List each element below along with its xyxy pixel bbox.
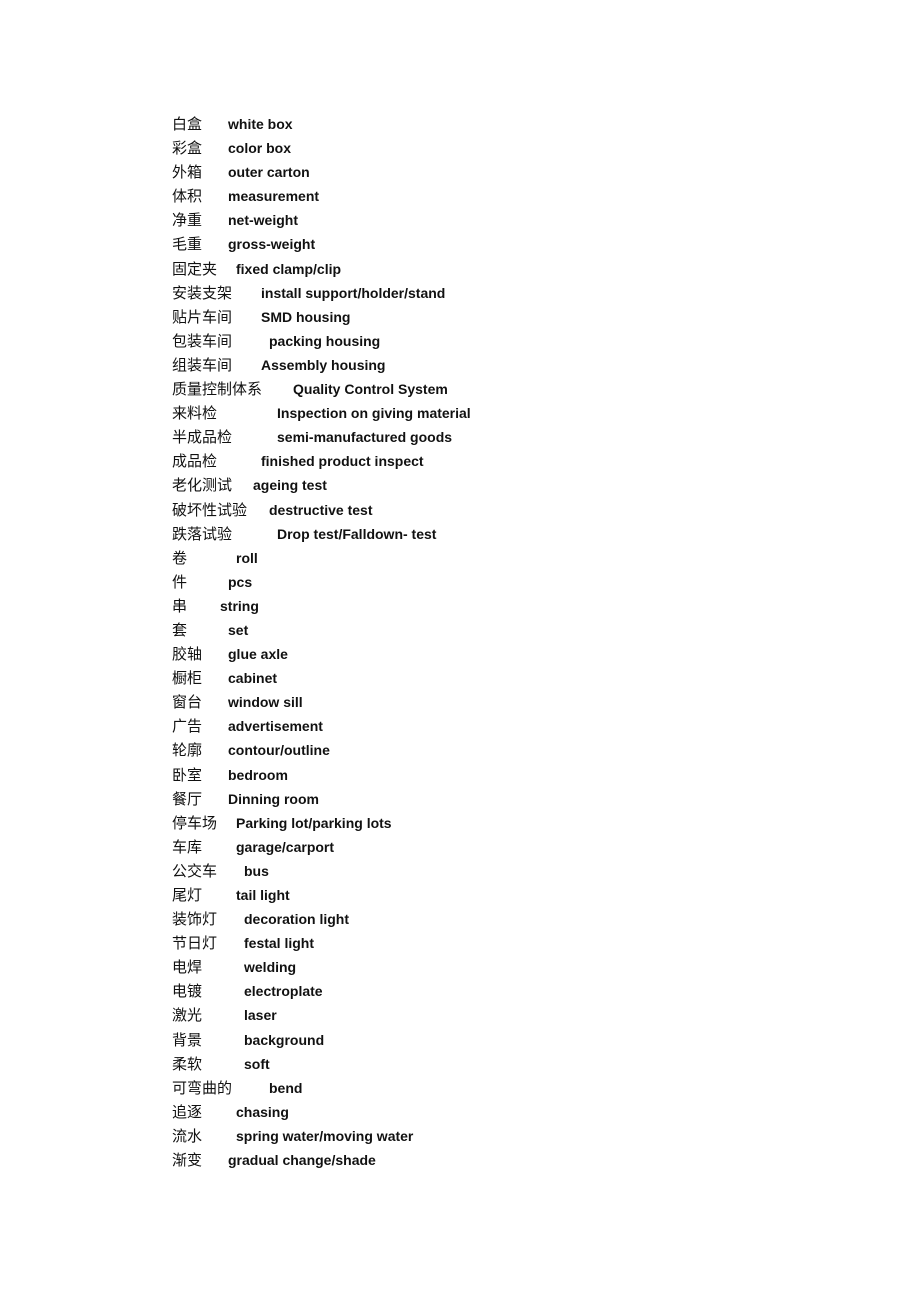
english-term: gradual change/shade — [228, 1152, 376, 1169]
chinese-term: 件 — [172, 572, 188, 591]
english-term: Dinning room — [228, 790, 319, 807]
chinese-term: 成品检 — [172, 452, 218, 471]
english-term: tail light — [236, 887, 290, 903]
english-term: soft — [244, 1055, 270, 1072]
chinese-term: 车库 — [172, 837, 203, 856]
chinese-term: 跌落试验 — [172, 524, 233, 543]
english-term: string — [220, 597, 259, 614]
chinese-term: 装饰灯 — [172, 910, 218, 929]
document-page: 白盒 white box 彩盒 color box 外箱 outer carton 体积 me… — [0, 0, 920, 1302]
english-term: bedroom — [228, 766, 288, 783]
english-term: chasing — [236, 1103, 289, 1120]
english-term: Assembly housing — [261, 356, 386, 373]
chinese-term: 体积 — [172, 187, 203, 206]
english-term: net-weight — [228, 212, 298, 229]
chinese-term: 餐厅 — [172, 789, 203, 808]
english-term: finished product inspect — [261, 453, 424, 470]
english-term: background — [244, 1031, 325, 1048]
chinese-term: 背景 — [172, 1030, 203, 1049]
chinese-term: 组装车间 — [172, 355, 233, 374]
chinese-term: 毛重 — [172, 235, 203, 254]
english-term: festal light — [244, 935, 315, 952]
english-term: color box — [228, 140, 292, 157]
chinese-term: 渐变 — [172, 1151, 203, 1170]
chinese-term: 胶轴 — [172, 645, 203, 664]
english-term: welding — [244, 959, 297, 976]
chinese-term: 尾灯 — [172, 886, 203, 904]
english-term: Drop test/Falldown- test — [277, 525, 437, 542]
english-term: advertisement — [228, 718, 323, 735]
chinese-term: 橱柜 — [172, 669, 203, 688]
english-term: contour/outline — [228, 742, 330, 759]
chinese-term: 广告 — [172, 717, 203, 736]
chinese-term: 追逐 — [172, 1102, 203, 1121]
english-term: gross-weight — [228, 236, 316, 253]
chinese-term: 卷 — [172, 548, 188, 567]
english-term: measurement — [228, 188, 320, 205]
chinese-term: 固定夹 — [172, 259, 218, 278]
english-term: Inspection on giving material — [277, 405, 471, 422]
chinese-term: 电镀 — [172, 982, 203, 1001]
english-term: roll — [236, 549, 258, 566]
english-term: fixed clamp/clip — [236, 260, 342, 277]
chinese-term: 彩盒 — [172, 139, 203, 158]
english-term: SMD housing — [261, 308, 351, 325]
english-term: destructive test — [269, 501, 373, 518]
english-term: window sill — [228, 694, 303, 711]
english-term: glue axle — [228, 646, 288, 663]
chinese-term: 可弯曲的 — [172, 1078, 233, 1097]
chinese-term: 老化测试 — [172, 476, 233, 495]
chinese-term: 窗台 — [172, 693, 203, 712]
english-term: ageing test — [253, 477, 327, 494]
english-term: semi-manufactured goods — [277, 429, 453, 446]
chinese-term: 停车场 — [172, 813, 218, 832]
chinese-term: 外箱 — [172, 163, 203, 182]
english-term: Parking lot/parking lots — [236, 814, 392, 831]
english-term: laser — [244, 1007, 277, 1024]
chinese-term: 节日灯 — [172, 934, 218, 953]
chinese-term: 质量控制体系 — [172, 380, 263, 399]
chinese-term: 公交车 — [172, 861, 218, 880]
english-term: Quality Control System — [293, 381, 448, 398]
english-term: install support/holder/stand — [261, 284, 446, 301]
chinese-term: 净重 — [172, 211, 203, 230]
chinese-term: 电焊 — [172, 958, 203, 977]
chinese-term: 破坏性试验 — [172, 500, 248, 519]
chinese-term: 轮廓 — [172, 741, 203, 760]
english-term: electroplate — [244, 983, 323, 1000]
chinese-term: 半成品检 — [172, 428, 233, 447]
english-term: set — [228, 621, 249, 638]
chinese-term: 柔软 — [172, 1054, 203, 1073]
english-term: decoration light — [244, 911, 349, 928]
chinese-term: 流水 — [172, 1126, 203, 1145]
english-term: packing housing — [269, 332, 381, 349]
english-term: white box — [228, 116, 293, 132]
english-term: spring water/moving water — [236, 1127, 414, 1144]
chinese-term: 来料检 — [172, 404, 218, 423]
english-term: outer carton — [228, 164, 310, 181]
chinese-term: 串 — [172, 596, 188, 615]
chinese-term: 安装支架 — [172, 283, 233, 302]
english-term: bus — [244, 862, 269, 879]
chinese-term: 激光 — [172, 1006, 203, 1025]
chinese-term: 白盒 — [172, 115, 203, 133]
chinese-term: 卧室 — [172, 765, 203, 784]
english-term: garage/carport — [236, 838, 335, 855]
english-term: bend — [269, 1079, 303, 1096]
english-term: cabinet — [228, 670, 278, 687]
chinese-term: 贴片车间 — [172, 307, 233, 326]
chinese-term: 包装车间 — [172, 331, 233, 350]
chinese-term: 套 — [172, 620, 188, 639]
english-term: pcs — [228, 573, 253, 590]
